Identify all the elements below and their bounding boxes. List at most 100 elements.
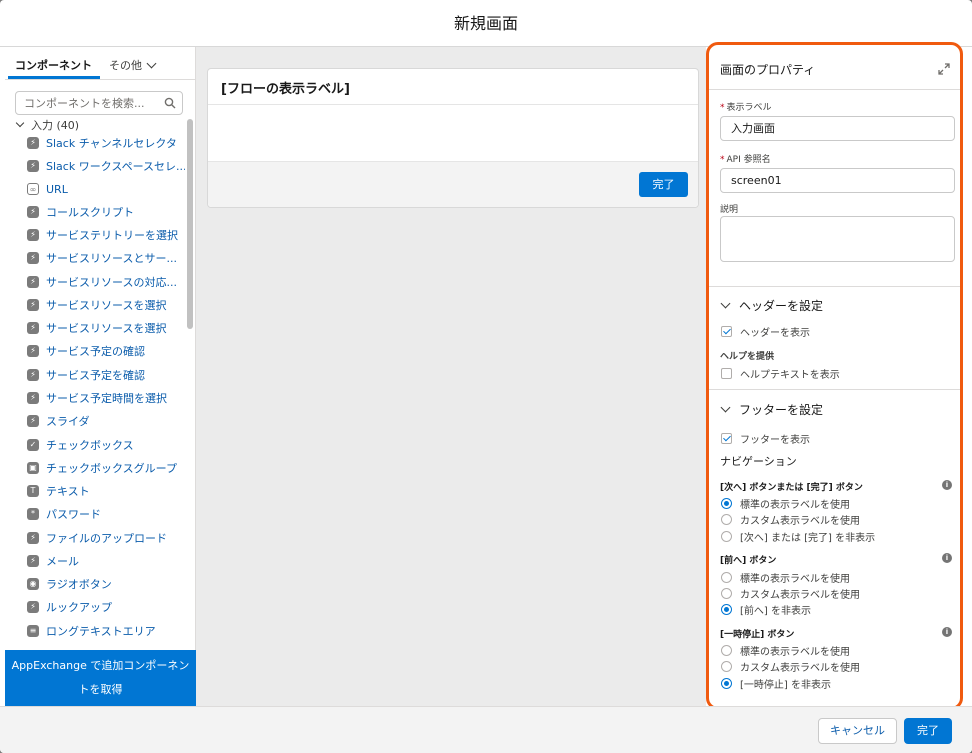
bolt-icon: ⚡ [27, 276, 39, 288]
radio-label: 標準の表示ラベルを使用 [740, 647, 850, 658]
list-item[interactable]: T テキスト [27, 481, 90, 501]
show-header-checkbox[interactable] [721, 326, 732, 337]
show-help-checkbox[interactable] [721, 368, 732, 379]
list-item[interactable]: ▣ チェックボックスグループ [27, 458, 177, 478]
list-item[interactable]: ⚡ サービスリソースを選択 [27, 318, 166, 338]
tab-components[interactable]: コンポーネント [15, 57, 92, 73]
info-icon[interactable]: i [942, 553, 952, 563]
screen-canvas: [フローの表示ラベル] 完了 [196, 47, 706, 706]
list-item[interactable]: ⚡ Slack チャンネルセレクタ [27, 133, 177, 153]
list-item[interactable]: ⚡ Slack ワークスペースセレ... [27, 156, 185, 176]
list-item-label: サービス予定の確認 [46, 345, 145, 358]
radio-label: [一時停止] を非表示 [740, 680, 831, 691]
prev-option-standard[interactable]: 標準の表示ラベルを使用 [721, 570, 850, 585]
prev-option-custom[interactable]: カスタム表示ラベルを使用 [721, 586, 860, 601]
display-label-field[interactable]: 入力画面 [720, 116, 955, 141]
footer-section-toggle[interactable]: フッターを設定 [720, 401, 823, 418]
list-item-label: URL [46, 182, 68, 196]
next-button-group-label: [次へ] ボタンまたは [完了] ボタン [720, 483, 863, 493]
radio-button[interactable] [721, 514, 732, 525]
search-icon[interactable] [164, 97, 176, 109]
appexchange-label-line2: トを取得 [78, 683, 123, 696]
appexchange-button[interactable]: AppExchange で追加コンポーネン トを取得 [5, 650, 196, 706]
description-textarea[interactable] [720, 216, 955, 262]
list-item-label: スライダ [46, 415, 90, 428]
pause-option-standard[interactable]: 標準の表示ラベルを使用 [721, 643, 850, 658]
radio-label: カスタム表示ラベルを使用 [740, 663, 860, 674]
list-item[interactable]: ≡ ロングテキストエリア [27, 621, 156, 641]
next-option-custom[interactable]: カスタム表示ラベルを使用 [721, 512, 860, 527]
list-item[interactable]: ⚡ ルックアップ [27, 597, 112, 617]
expand-icon[interactable] [938, 63, 950, 75]
list-item[interactable]: ⚡ サービスリソースとサー... [27, 248, 177, 268]
list-item[interactable]: ⚡ サービス予定時間を選択 [27, 388, 167, 408]
show-header-label: ヘッダーを表示 [740, 328, 810, 339]
next-option-hide[interactable]: [次へ] または [完了] を非表示 [721, 529, 875, 544]
done-button[interactable]: 完了 [904, 718, 952, 744]
list-item[interactable]: ⚡ サービス予定を確認 [27, 365, 145, 385]
pause-option-hide[interactable]: [一時停止] を非表示 [721, 676, 831, 691]
radio-button[interactable] [721, 678, 732, 689]
bolt-icon: ⚡ [27, 415, 39, 427]
radio-button[interactable] [721, 572, 732, 583]
chevron-down-icon [720, 298, 731, 309]
list-item[interactable]: ∞ URL [27, 179, 68, 199]
prev-option-hide[interactable]: [前へ] を非表示 [721, 602, 811, 617]
radio-label: 標準の表示ラベルを使用 [740, 574, 850, 585]
list-item[interactable]: ◉ ラジオボタン [27, 574, 112, 594]
component-list-scrollbar[interactable] [187, 119, 193, 329]
info-icon[interactable]: i [942, 627, 952, 637]
show-footer-label: フッターを表示 [740, 435, 810, 446]
display-label-text: 表示ラベル [726, 103, 772, 113]
list-item[interactable]: ⚡ サービス予定の確認 [27, 341, 145, 361]
checkbox-icon: ✓ [27, 439, 39, 451]
radio-button[interactable] [721, 531, 732, 542]
list-item[interactable]: ⚡ サービスリソースの対応... [27, 272, 177, 292]
preview-done-button[interactable]: 完了 [639, 172, 688, 197]
chevron-down-icon [15, 118, 25, 128]
list-item[interactable]: ✓ チェックボックス [27, 435, 134, 455]
list-item-label: ラジオボタン [46, 578, 112, 591]
bolt-icon: ⚡ [27, 369, 39, 381]
list-item-label: Slack チャンネルセレクタ [46, 137, 177, 150]
screen-preview-card[interactable]: [フローの表示ラベル] 完了 [207, 68, 699, 208]
list-item[interactable]: ⚡ サービスリソースを選択 [27, 295, 166, 315]
list-item-label: メール [46, 555, 79, 568]
api-name-field[interactable]: screen01 [720, 168, 955, 193]
header-section-toggle[interactable]: ヘッダーを設定 [720, 297, 824, 314]
show-header-checkbox-row[interactable]: ヘッダーを表示 [721, 324, 810, 339]
list-item[interactable]: ⚡ ファイルのアップロード [27, 528, 167, 548]
list-item-label: ルックアップ [46, 601, 112, 614]
radio-button[interactable] [721, 645, 732, 656]
component-list: ⚡ Slack チャンネルセレクタ ⚡ Slack ワークスペースセレ... ∞ UR… [5, 131, 185, 651]
list-item[interactable]: ⚡ サービステリトリーを選択 [27, 225, 178, 245]
list-item[interactable]: * パスワード [27, 504, 101, 524]
list-item[interactable]: ⚡ スライダ [27, 411, 90, 431]
tab-other[interactable]: その他 [109, 57, 157, 73]
radio-button[interactable] [721, 604, 732, 615]
radio-button[interactable] [721, 588, 732, 599]
list-item-label: サービステリトリーを選択 [46, 229, 178, 242]
radio-label: カスタム表示ラベルを使用 [740, 516, 860, 527]
show-footer-checkbox-row[interactable]: フッターを表示 [721, 431, 810, 446]
list-item-label: サービスリソースを選択 [46, 299, 167, 312]
api-name-label: * API 参照名 [720, 152, 771, 165]
list-item[interactable]: ⚡ メール [27, 551, 79, 571]
text-icon: T [27, 485, 39, 497]
next-option-standard[interactable]: 標準の表示ラベルを使用 [721, 496, 850, 511]
active-tab-indicator [8, 76, 100, 79]
radio-button[interactable] [721, 498, 732, 509]
component-search-input[interactable] [24, 93, 164, 114]
pause-option-custom[interactable]: カスタム表示ラベルを使用 [721, 659, 860, 674]
prev-button-group-label: [前へ] ボタン [720, 556, 777, 566]
show-help-checkbox-row[interactable]: ヘルプテキストを表示 [721, 366, 840, 381]
show-footer-checkbox[interactable] [721, 433, 732, 444]
info-icon[interactable]: i [942, 480, 952, 490]
radio-button[interactable] [721, 661, 732, 672]
password-icon: * [27, 508, 39, 520]
header-section-label: ヘッダーを設定 [739, 299, 824, 313]
bolt-icon: ⚡ [27, 601, 39, 613]
cancel-button[interactable]: キャンセル [818, 718, 897, 744]
list-item[interactable]: ⚡ コールスクリプト [27, 202, 134, 222]
properties-title: 画面のプロパティ [720, 63, 816, 77]
